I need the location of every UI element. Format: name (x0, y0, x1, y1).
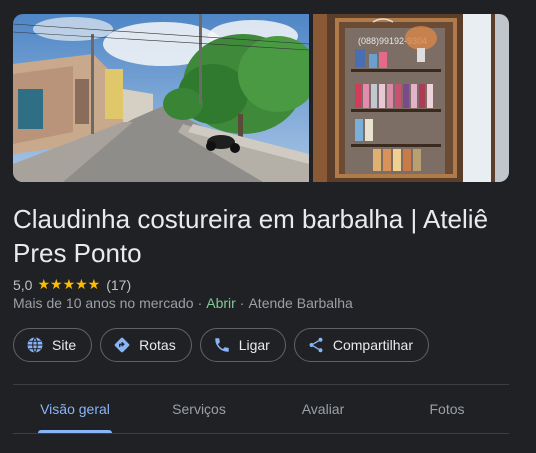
tab-services[interactable]: Serviços (137, 385, 261, 433)
separator: · (197, 295, 203, 311)
service-area: Atende Barbalha (248, 295, 353, 311)
street-photo[interactable] (13, 14, 309, 182)
rating-row: 5,0 ★★★★★ (17) (13, 276, 131, 293)
site-label: Site (52, 337, 77, 353)
separator: · (239, 295, 245, 311)
share-icon (306, 335, 326, 355)
site-button[interactable]: Site (13, 328, 93, 362)
open-status: Abrir (206, 295, 236, 311)
tab-overview[interactable]: Visão geral (13, 385, 137, 433)
shop-photo[interactable]: (088)99192-9304 (313, 14, 509, 182)
share-button[interactable]: Compartilhar (293, 328, 429, 362)
phone-icon (212, 335, 232, 355)
divider (13, 433, 509, 434)
call-button[interactable]: Ligar (199, 328, 286, 362)
call-label: Ligar (238, 337, 270, 353)
share-label: Compartilhar (332, 337, 413, 353)
tab-review[interactable]: Avaliar (261, 385, 385, 433)
globe-icon (25, 335, 45, 355)
place-title: Claudinha costureira em barbalha | Ateli… (13, 204, 489, 268)
tab-photos[interactable]: Fotos (385, 385, 509, 433)
rating-value: 5,0 (13, 276, 33, 293)
star-rating-icon: ★★★★★ (37, 276, 101, 292)
directions-label: Rotas (139, 337, 176, 353)
directions-icon (112, 335, 132, 355)
photo-gallery[interactable]: (088)99192-9304 (13, 14, 509, 182)
review-count[interactable]: (17) (106, 277, 131, 293)
directions-button[interactable]: Rotas (100, 328, 192, 362)
place-meta: Mais de 10 anos no mercado · Abrir · Atende … (13, 295, 353, 311)
action-chips: Site Rotas Ligar Compartilhar (13, 328, 429, 362)
years-in-business: Mais de 10 anos no mercado (13, 295, 194, 311)
tab-bar: Visão geral Serviços Avaliar Fotos (13, 385, 509, 433)
